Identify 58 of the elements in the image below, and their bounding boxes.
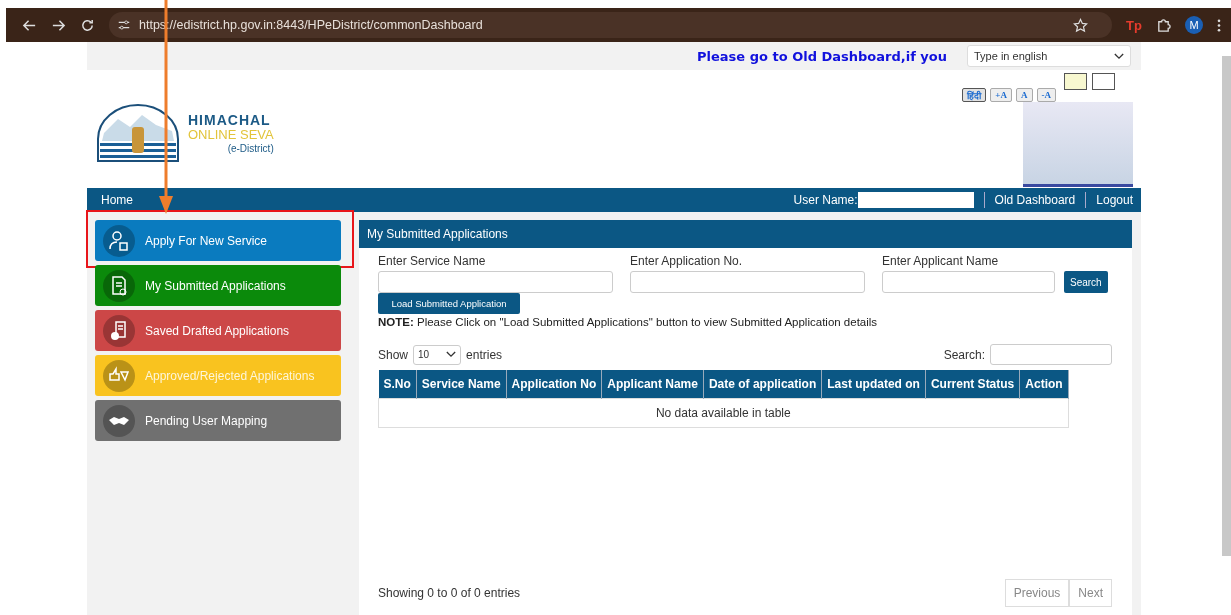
language-select[interactable]: Type in english — [967, 45, 1131, 67]
font-size-button[interactable]: +A — [990, 88, 1012, 102]
person-icon — [103, 224, 135, 257]
column-header[interactable]: Last updated on — [821, 370, 926, 399]
scrollbar[interactable] — [1222, 56, 1231, 556]
input-field[interactable] — [882, 271, 1055, 293]
page-size-select[interactable]: 10 — [413, 344, 462, 365]
brand-tagline: (e-District) — [227, 142, 274, 155]
note-text: NOTE: Please Click on "Load Submitted Applications" button to view Submitted Application details — [378, 316, 879, 328]
brand-title: HIMACHAL — [188, 111, 272, 128]
entries-info: Showing 0 to 0 of 0 entries — [378, 586, 521, 600]
field-label: Enter Applicant Name — [882, 254, 1000, 268]
search-button[interactable]: Search — [1064, 271, 1108, 293]
column-header[interactable]: Service Name — [416, 370, 507, 399]
show-label: Show — [378, 347, 409, 362]
column-header[interactable]: Application No — [506, 370, 602, 399]
nav-link[interactable]: Logout — [1096, 193, 1133, 207]
puzzle-icon[interactable] — [1156, 17, 1171, 33]
sidebar-item[interactable]: Pending User Mapping — [95, 400, 341, 441]
column-header[interactable]: Current Status — [925, 370, 1020, 399]
chevron-down-icon — [1114, 52, 1124, 60]
theme-swatch[interactable] — [1064, 73, 1087, 90]
menu-icon[interactable] — [1217, 17, 1221, 33]
brand-subtitle: ONLINE SEVA — [188, 127, 274, 143]
nav-link[interactable]: Old Dashboard — [994, 193, 1076, 207]
reload-icon[interactable] — [80, 17, 95, 33]
handshake-icon — [103, 404, 135, 437]
old-dashboard-notice: Please go to Old Dashboard,if you — [697, 48, 947, 64]
input-field[interactable] — [378, 271, 613, 293]
profile-avatar[interactable]: M — [1185, 16, 1203, 34]
user-name-label: User Name: — [793, 193, 858, 207]
font-size-button[interactable]: -A — [1036, 88, 1056, 102]
home-link[interactable]: Home — [101, 193, 133, 207]
sidebar-item[interactable]: Apply For New Service — [95, 220, 341, 261]
sidebar-item[interactable]: My Submitted Applications — [95, 265, 341, 306]
thumbs-icon — [103, 359, 135, 392]
draft-document-icon — [103, 314, 135, 347]
column-header[interactable]: S.No — [378, 370, 417, 399]
search-label: Search: — [943, 347, 985, 362]
field-label: Enter Application No. — [630, 254, 744, 268]
table-search-field[interactable] — [990, 344, 1112, 365]
font-size-button[interactable]: A — [1016, 88, 1033, 102]
input-field[interactable] — [630, 271, 865, 293]
bookmark-star-icon[interactable] — [1073, 17, 1089, 33]
theme-swatch[interactable] — [1092, 73, 1115, 90]
column-header[interactable]: Date of application — [703, 370, 822, 399]
column-header[interactable]: Applicant Name — [601, 370, 704, 399]
chevron-down-icon — [446, 351, 457, 358]
column-header[interactable]: Action — [1019, 370, 1069, 399]
font-size-button[interactable]: हिंदी — [962, 88, 987, 102]
sidebar-item[interactable]: Saved Drafted Applications — [95, 310, 341, 351]
site-info-icon[interactable] — [117, 18, 131, 32]
empty-table-message: No data available in table — [378, 398, 1069, 428]
document-icon — [103, 269, 135, 302]
entries-label: entries — [466, 347, 503, 362]
field-label: Enter Service Name — [378, 254, 487, 268]
panel-title: My Submitted Applications — [359, 220, 1132, 248]
load-button[interactable]: Load Submitted Application — [378, 293, 520, 314]
